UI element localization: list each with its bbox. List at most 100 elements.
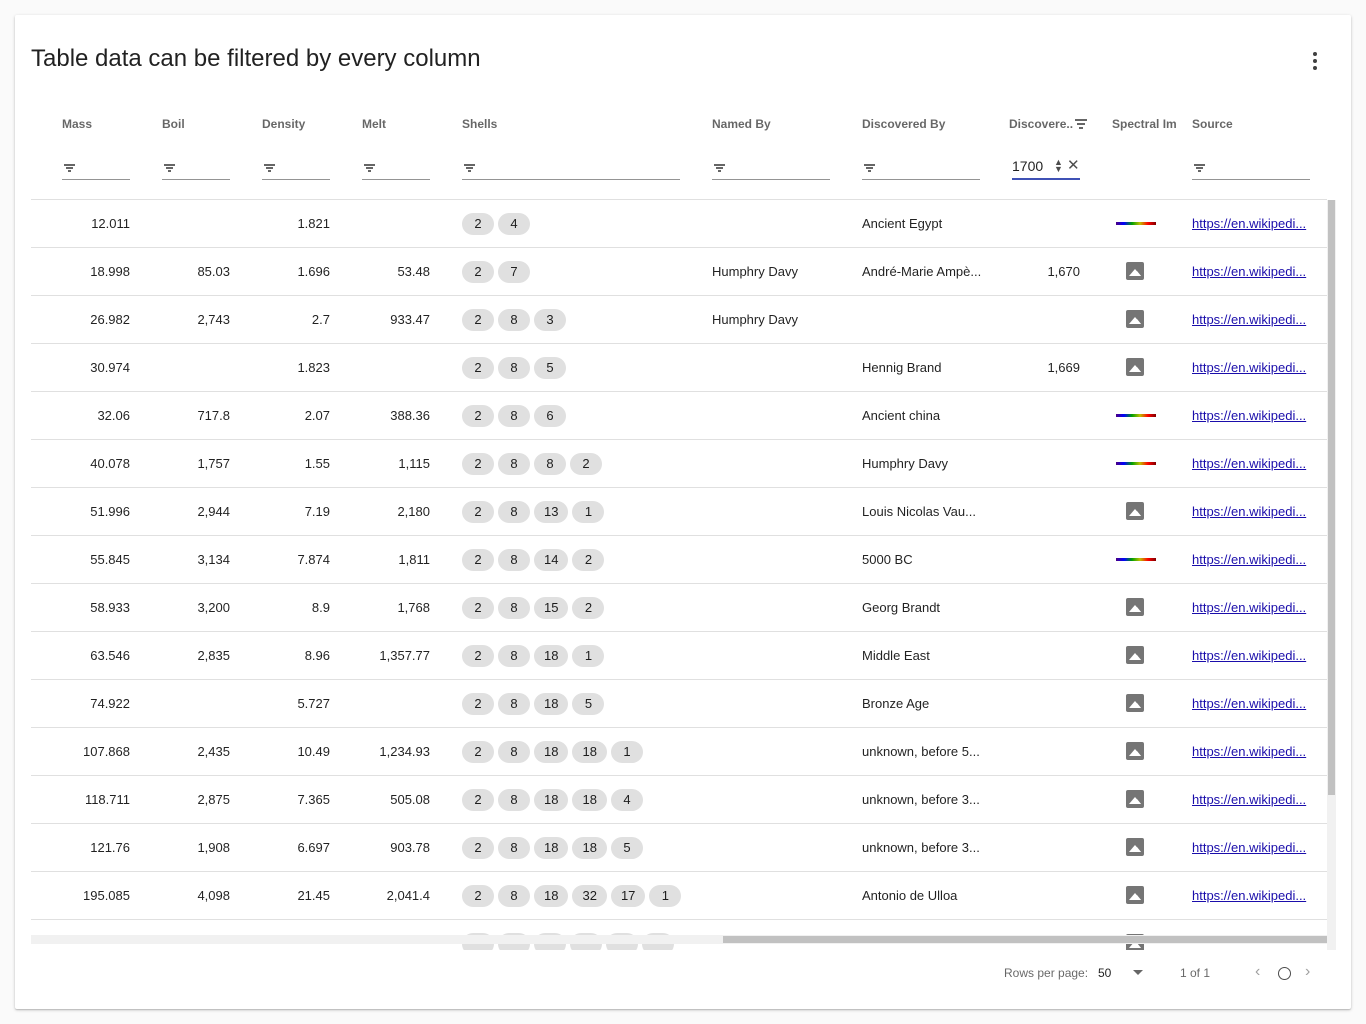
clear-filter-icon[interactable]: ✕ <box>1067 156 1080 174</box>
filter-icon <box>164 164 175 172</box>
cell-density: 8.96 <box>304 648 330 663</box>
cell-named-by <box>712 728 832 775</box>
column-header-named-by[interactable]: Named By <box>712 117 832 131</box>
shell-chip: 8 <box>498 644 530 667</box>
previous-page-icon[interactable]: ‹ <box>1255 963 1260 981</box>
shell-chip: 2 <box>462 596 494 619</box>
image-icon[interactable] <box>1126 598 1144 616</box>
image-icon[interactable] <box>1126 646 1144 664</box>
cell-discovered-by: Humphry Davy <box>862 456 948 471</box>
cell-year <box>1012 632 1080 679</box>
filter-discovered-year-input[interactable]: 1700 ▲ ▼ ✕ <box>1012 156 1080 180</box>
cell-melt: 1,115 <box>398 456 430 471</box>
image-icon[interactable] <box>1126 838 1144 856</box>
image-icon[interactable] <box>1126 310 1144 328</box>
spectrum-image[interactable] <box>1116 558 1156 561</box>
horizontal-scrollbar-thumb[interactable] <box>723 936 1327 943</box>
rows-per-page-select[interactable]: 50 <box>1098 966 1111 980</box>
column-header-boil[interactable]: Boil <box>162 117 242 131</box>
active-filter-icon[interactable] <box>1075 119 1087 129</box>
source-link[interactable]: https://en.wikipedi... <box>1192 440 1310 487</box>
filter-icon <box>864 164 875 172</box>
table-row[interactable]: 118.711 2,875 7.365 505.08 unknown, before 3… <box>31 776 1327 824</box>
table-row[interactable]: 12.011 1.821 Ancient Egypt 2 4 https://en.wik… <box>31 200 1327 248</box>
cell-year <box>1012 488 1080 535</box>
column-header-melt[interactable]: Melt <box>362 117 442 131</box>
source-link[interactable]: https://en.wikipedi... <box>1192 584 1310 631</box>
filter-melt-input[interactable] <box>362 158 430 180</box>
column-header-mass[interactable]: Mass <box>62 117 142 131</box>
table-row[interactable]: 121.76 1,908 6.697 903.78 unknown, before 3.… <box>31 824 1327 872</box>
source-link[interactable]: https://en.wikipedi... <box>1192 776 1310 823</box>
source-link[interactable]: https://en.wikipedi... <box>1192 680 1310 727</box>
table-row[interactable]: 55.845 3,134 7.874 1,811 5000 BC 2 8 14 2 https:/… <box>31 536 1327 584</box>
image-icon[interactable] <box>1126 262 1144 280</box>
spectrum-image[interactable] <box>1116 414 1156 417</box>
source-link[interactable]: https://en.wikipedi... <box>1192 296 1310 343</box>
table-row[interactable]: 107.868 2,435 10.49 1,234.93 unknown, before… <box>31 728 1327 776</box>
image-icon[interactable] <box>1126 358 1144 376</box>
filter-source-input[interactable] <box>1192 158 1310 180</box>
horizontal-scrollbar[interactable] <box>31 935 1327 944</box>
next-page-icon[interactable]: › <box>1305 963 1310 981</box>
cell-discovered-by: unknown, before 5... <box>862 744 980 759</box>
table-row[interactable]: 30.974 1.823 Hennig Brand 1,669 2 8 5 https://e… <box>31 344 1327 392</box>
source-link[interactable]: https://en.wikipedi... <box>1192 824 1310 871</box>
column-header-shells[interactable]: Shells <box>462 117 662 131</box>
number-spinner-icon[interactable]: ▲ ▼ <box>1054 158 1063 174</box>
filter-mass-input[interactable] <box>62 158 130 180</box>
source-link[interactable]: https://en.wikipedi... <box>1192 488 1310 535</box>
filter-density-input[interactable] <box>262 158 330 180</box>
reset-icon[interactable] <box>1278 967 1291 980</box>
image-icon[interactable] <box>1126 742 1144 760</box>
filter-named-by-input[interactable] <box>712 158 830 180</box>
column-header-spectral-img[interactable]: Spectral Img <box>1112 117 1176 131</box>
table-row[interactable]: 18.998 85.03 1.696 53.48 Humphry Davy André-M… <box>31 248 1327 296</box>
column-header-source[interactable]: Source <box>1192 117 1312 131</box>
image-icon[interactable] <box>1126 886 1144 904</box>
source-link[interactable]: https://en.wikipedi... <box>1192 536 1310 583</box>
vertical-scrollbar-thumb[interactable] <box>1328 200 1335 795</box>
cell-spectral-img <box>1108 632 1168 679</box>
column-header-discovered-by[interactable]: Discovered By <box>862 117 982 131</box>
spectrum-image[interactable] <box>1116 222 1156 225</box>
chevron-down-icon[interactable] <box>1133 970 1143 975</box>
shell-chip: 7 <box>498 260 530 283</box>
shell-chip: 18 <box>572 740 607 763</box>
source-link[interactable]: https://en.wikipedi... <box>1192 200 1310 247</box>
table-row[interactable]: 26.982 2,743 2.7 933.47 Humphry Davy 2 8 3 https… <box>31 296 1327 344</box>
filter-value[interactable]: 1700 <box>1012 158 1043 174</box>
shell-chip: 4 <box>610 788 643 811</box>
table-row[interactable]: 40.078 1,757 1.55 1,115 Humphry Davy 2 8 8 2 http… <box>31 440 1327 488</box>
cell-density: 10.49 <box>297 744 330 759</box>
table-row[interactable]: 51.996 2,944 7.19 2,180 Louis Nicolas Vau...… <box>31 488 1327 536</box>
more-options-icon[interactable] <box>1305 51 1325 71</box>
source-link[interactable]: https://en.wikipedi... <box>1192 344 1310 391</box>
source-link[interactable]: https://en.wikipedi... <box>1192 632 1310 679</box>
table-row[interactable]: 74.922 5.727 Bronze Age 2 8 18 5 https://en.wik… <box>31 680 1327 728</box>
filter-shells-input[interactable] <box>462 158 680 180</box>
table-row[interactable]: 58.933 3,200 8.9 1,768 Georg Brandt 2 8 15 2 http… <box>31 584 1327 632</box>
image-icon[interactable] <box>1126 694 1144 712</box>
cell-shells: 2 8 18 1 <box>462 632 702 679</box>
table-row[interactable]: 195.085 4,098 21.45 2,041.4 Antonio de Ulloa… <box>31 872 1327 920</box>
source-link[interactable]: https://en.wikipedi... <box>1192 392 1310 439</box>
column-header-density[interactable]: Density <box>262 117 342 131</box>
cell-boil: 2,875 <box>197 792 230 807</box>
cell-boil: 2,835 <box>197 648 230 663</box>
cell-density: 7.874 <box>297 552 330 567</box>
column-header-discovered-year[interactable]: Discovere... <box>1009 117 1073 131</box>
table-row[interactable]: 32.06 717.8 2.07 388.36 Ancient china 2 8 6 http… <box>31 392 1327 440</box>
cell-discovered-by: Georg Brandt <box>862 600 941 615</box>
filter-boil-input[interactable] <box>162 158 230 180</box>
image-icon[interactable] <box>1126 502 1144 520</box>
source-link[interactable]: https://en.wikipedi... <box>1192 728 1310 775</box>
source-link[interactable]: https://en.wikipedi... <box>1192 248 1310 295</box>
table-row[interactable]: 63.546 2,835 8.96 1,357.77 Middle East 2 8 18 1 h… <box>31 632 1327 680</box>
cell-density: 7.365 <box>297 792 330 807</box>
image-icon[interactable] <box>1126 790 1144 808</box>
source-link[interactable]: https://en.wikipedi... <box>1192 872 1310 919</box>
vertical-scrollbar[interactable] <box>1327 200 1336 950</box>
filter-discovered-by-input[interactable] <box>862 158 980 180</box>
spectrum-image[interactable] <box>1116 462 1156 465</box>
